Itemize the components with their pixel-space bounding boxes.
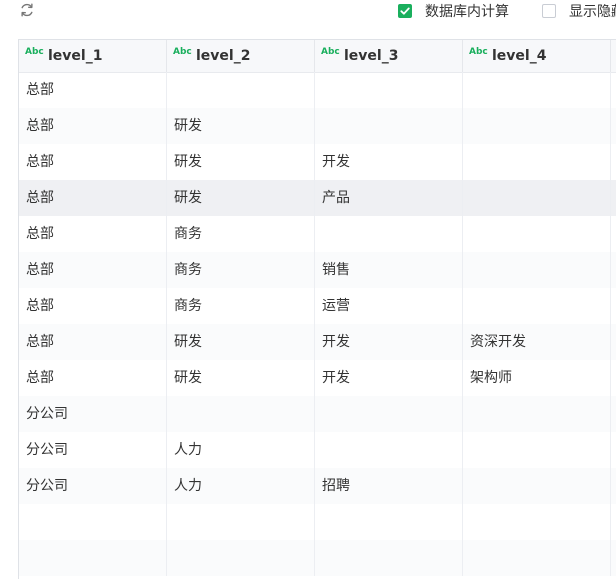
- show-hidden-label[interactable]: 显示隐藏: [569, 2, 616, 22]
- table-cell[interactable]: 研发: [167, 360, 315, 396]
- db-compute-checkbox[interactable]: [398, 4, 412, 18]
- column-name: level_4: [492, 48, 547, 64]
- text-type-icon: Abc: [173, 47, 192, 57]
- text-type-icon: Abc: [321, 47, 340, 57]
- table-row[interactable]: 总部 研发: [19, 108, 616, 144]
- table-cell[interactable]: [315, 396, 463, 432]
- table-cell[interactable]: 运营: [315, 288, 463, 324]
- table-row[interactable]: 总部 研发 产品: [19, 180, 616, 216]
- table-cell[interactable]: [463, 432, 611, 468]
- text-type-icon: Abc: [469, 47, 488, 57]
- table-cell[interactable]: [463, 180, 611, 216]
- table-cell[interactable]: 分公司: [19, 432, 167, 468]
- table-cell[interactable]: 总部: [19, 108, 167, 144]
- table-cell[interactable]: 总部: [19, 324, 167, 360]
- table-cell[interactable]: [315, 216, 463, 252]
- table-cell[interactable]: 开发: [315, 360, 463, 396]
- table-row[interactable]: 总部 研发 开发 架构师: [19, 360, 616, 396]
- table-row[interactable]: 分公司 人力: [19, 432, 616, 468]
- data-table: Abc level_1 Abc level_2 Abc level_3 Abc …: [18, 39, 616, 579]
- table-cell[interactable]: 商务: [167, 216, 315, 252]
- table-cell[interactable]: [315, 504, 463, 540]
- table-cell[interactable]: 总部: [19, 288, 167, 324]
- table-row[interactable]: 总部 商务 运营: [19, 288, 616, 324]
- table-cell[interactable]: 分公司: [19, 468, 167, 504]
- table-cell[interactable]: [463, 396, 611, 432]
- column-header-level-4[interactable]: Abc level_4: [463, 40, 611, 72]
- table-cell[interactable]: 总部: [19, 144, 167, 180]
- table-row[interactable]: 总部 研发 开发: [19, 144, 616, 180]
- text-type-icon: Abc: [25, 47, 44, 57]
- table-row[interactable]: 分公司: [19, 396, 616, 432]
- column-name: level_2: [196, 48, 251, 64]
- table-cell[interactable]: 研发: [167, 180, 315, 216]
- table-cell[interactable]: [167, 72, 315, 108]
- table-cell[interactable]: [463, 504, 611, 540]
- table-cell[interactable]: 总部: [19, 180, 167, 216]
- table-cell[interactable]: 分公司: [19, 396, 167, 432]
- table-cell[interactable]: [167, 396, 315, 432]
- checkmark-icon: [400, 7, 410, 15]
- table-row[interactable]: 分公司 人力 招聘: [19, 468, 616, 504]
- table-cell[interactable]: [315, 72, 463, 108]
- column-name: level_3: [344, 48, 399, 64]
- table-cell[interactable]: 商务: [167, 288, 315, 324]
- table-cell[interactable]: 研发: [167, 108, 315, 144]
- table-cell[interactable]: [463, 468, 611, 504]
- table-cell[interactable]: 产品: [315, 180, 463, 216]
- table-cell[interactable]: 总部: [19, 216, 167, 252]
- column-name: level_1: [48, 48, 103, 64]
- table-cell[interactable]: 开发: [315, 324, 463, 360]
- table-row[interactable]: 总部 研发 开发 资深开发: [19, 324, 616, 360]
- table-cell[interactable]: 架构师: [463, 360, 611, 396]
- table-cell[interactable]: 商务: [167, 252, 315, 288]
- table-cell[interactable]: [315, 108, 463, 144]
- table-cell[interactable]: 总部: [19, 252, 167, 288]
- column-header-level-3[interactable]: Abc level_3: [315, 40, 463, 72]
- table-row[interactable]: 总部 商务: [19, 216, 616, 252]
- table-row[interactable]: 总部 商务 销售: [19, 252, 616, 288]
- table-cell[interactable]: [463, 72, 611, 108]
- table-row[interactable]: 总部: [19, 72, 616, 108]
- table-cell[interactable]: [463, 252, 611, 288]
- table-cell[interactable]: 总部: [19, 72, 167, 108]
- table-cell[interactable]: 研发: [167, 324, 315, 360]
- table-cell[interactable]: 总部: [19, 360, 167, 396]
- table-cell[interactable]: 人力: [167, 432, 315, 468]
- db-compute-label[interactable]: 数据库内计算: [425, 2, 509, 22]
- column-header-level-1[interactable]: Abc level_1: [19, 40, 167, 72]
- table-row[interactable]: [19, 504, 616, 540]
- table-header: Abc level_1 Abc level_2 Abc level_3 Abc …: [19, 40, 616, 73]
- table-cell[interactable]: [463, 216, 611, 252]
- show-hidden-checkbox[interactable]: [542, 4, 556, 18]
- table-cell[interactable]: [315, 432, 463, 468]
- table-cell[interactable]: [463, 144, 611, 180]
- table-cell[interactable]: 销售: [315, 252, 463, 288]
- table-cell[interactable]: 研发: [167, 144, 315, 180]
- refresh-icon[interactable]: [18, 1, 36, 19]
- table-cell[interactable]: [167, 504, 315, 540]
- table-cell[interactable]: [463, 108, 611, 144]
- table-cell[interactable]: 人力: [167, 468, 315, 504]
- table-cell[interactable]: [463, 288, 611, 324]
- table-cell[interactable]: 招聘: [315, 468, 463, 504]
- table-cell[interactable]: 开发: [315, 144, 463, 180]
- table-cell[interactable]: [19, 504, 167, 540]
- table-cell[interactable]: 资深开发: [463, 324, 611, 360]
- column-header-level-2[interactable]: Abc level_2: [167, 40, 315, 72]
